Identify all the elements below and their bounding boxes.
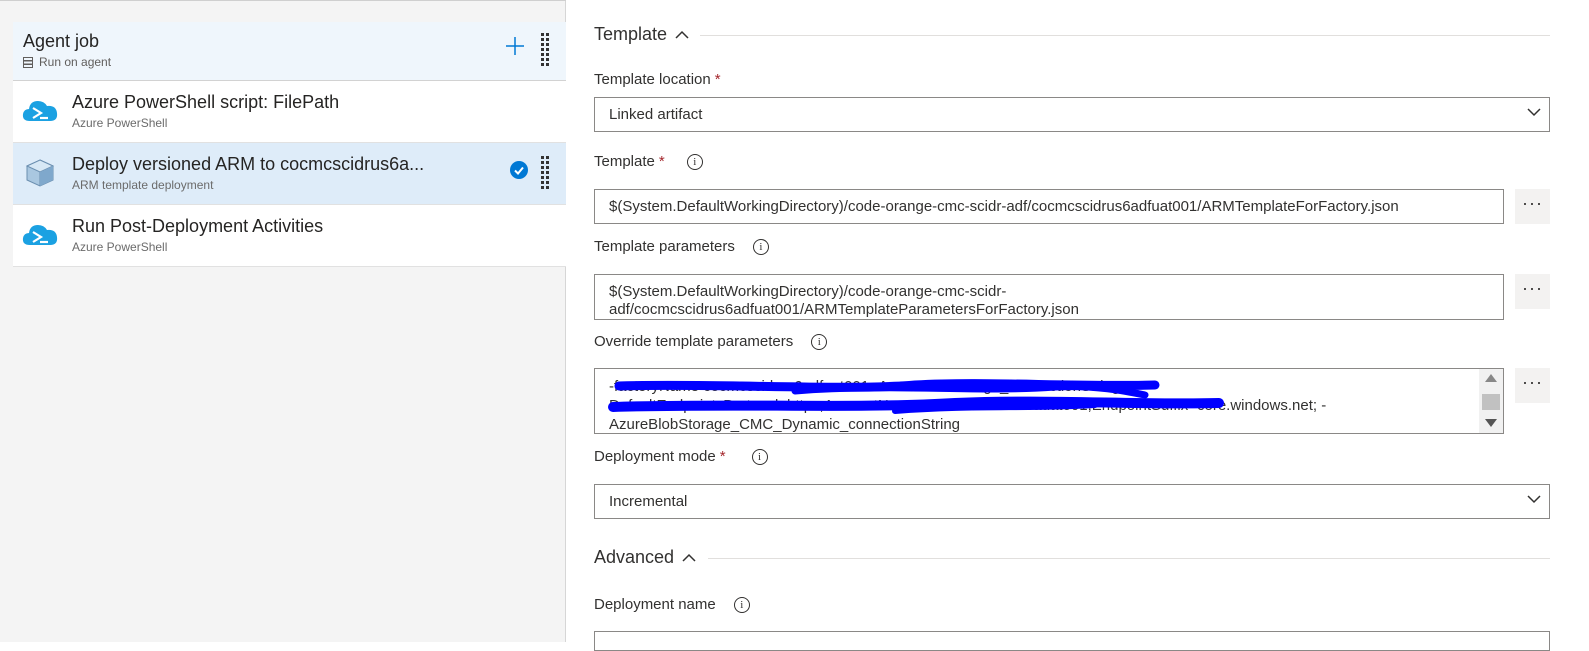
- deployment-mode-label: Deployment mode * i: [594, 448, 768, 465]
- pane-top-border: [0, 0, 566, 3]
- deployment-name-input[interactable]: [594, 631, 1550, 651]
- override-parameters-label-text: Override template parameters: [594, 333, 794, 350]
- scroll-thumb[interactable]: [1482, 394, 1500, 410]
- scroll-up-arrow-icon[interactable]: [1485, 374, 1497, 382]
- info-icon[interactable]: i: [811, 333, 828, 350]
- chevron-up-icon: [682, 553, 696, 562]
- required-marker: *: [719, 448, 726, 465]
- template-label: Template * i: [594, 153, 703, 170]
- selected-check-icon: [510, 161, 528, 179]
- edit-override-button[interactable]: ···: [1515, 368, 1550, 403]
- scroll-down-arrow-icon[interactable]: [1485, 419, 1497, 427]
- task-title: Deploy versioned ARM to cocmcscidrus6a..…: [72, 154, 425, 174]
- task-title: Run Post-Deployment Activities: [72, 216, 324, 236]
- required-marker: *: [714, 71, 721, 88]
- section-divider: [708, 558, 1550, 559]
- task-list: Agent job Run on agent Azure PowerShell …: [13, 22, 566, 267]
- add-task-icon[interactable]: [503, 34, 527, 58]
- drag-handle-icon[interactable]: [541, 33, 549, 67]
- template-label-text: Template: [594, 153, 655, 170]
- template-location-label-text: Template location: [594, 71, 711, 88]
- chevron-down-icon: [1527, 495, 1541, 504]
- deployment-mode-dropdown[interactable]: Incremental: [594, 484, 1550, 519]
- template-parameters-input[interactable]: $(System.DefaultWorkingDirectory)/code-o…: [594, 274, 1504, 320]
- browse-template-button[interactable]: ···: [1515, 189, 1550, 224]
- info-icon[interactable]: i: [751, 448, 768, 465]
- deployment-name-label: Deployment name i: [594, 596, 750, 613]
- agent-job-subtitle: Run on agent: [23, 55, 111, 69]
- info-icon[interactable]: i: [752, 238, 769, 255]
- arm-deployment-icon: [25, 159, 55, 187]
- agent-job-title: Agent job: [23, 31, 100, 51]
- task-subtitle: Azure PowerShell: [72, 116, 168, 130]
- template-parameters-label: Template parameters i: [594, 238, 769, 255]
- template-section-toggle[interactable]: Template: [594, 24, 689, 45]
- template-location-value: Linked artifact: [609, 106, 703, 123]
- task-title: Azure PowerShell script: FilePath: [72, 92, 340, 112]
- section-divider: [700, 35, 1550, 36]
- redaction-scribble: [608, 379, 1224, 414]
- template-parameters-line: $(System.DefaultWorkingDirectory)/code-o…: [609, 283, 1007, 300]
- override-parameters-textarea[interactable]: -factoryName cocmcscidrus6adfuat001 -Azu…: [594, 368, 1504, 434]
- task-subtitle: ARM template deployment: [72, 178, 214, 192]
- azure-powershell-icon: [22, 101, 58, 121]
- template-parameters-label-text: Template parameters: [594, 238, 735, 255]
- task-row-post-deployment[interactable]: Run Post-Deployment Activities Azure Pow…: [13, 205, 566, 267]
- deployment-mode-value: Incremental: [609, 493, 688, 510]
- advanced-section-heading: Advanced: [594, 547, 675, 567]
- pipeline-tasks-pane: Agent job Run on agent Azure PowerShell …: [0, 0, 566, 642]
- azure-powershell-icon: [22, 225, 58, 245]
- required-marker: *: [658, 153, 665, 170]
- template-path-value: $(System.DefaultWorkingDirectory)/code-o…: [609, 198, 1399, 215]
- template-location-dropdown[interactable]: Linked artifact: [594, 97, 1550, 132]
- task-row-deploy-arm[interactable]: Deploy versioned ARM to cocmcscidrus6a..…: [13, 143, 566, 205]
- info-icon[interactable]: i: [686, 153, 703, 170]
- textarea-scrollbar[interactable]: [1479, 369, 1503, 433]
- deployment-mode-label-text: Deployment mode: [594, 448, 716, 465]
- server-icon: [23, 56, 33, 68]
- template-section-heading: Template: [594, 24, 668, 44]
- chevron-up-icon: [675, 30, 689, 39]
- task-row-azure-powershell-filepath[interactable]: Azure PowerShell script: FilePath Azure …: [13, 81, 566, 143]
- info-icon[interactable]: i: [733, 596, 750, 613]
- override-parameters-label: Override template parameters i: [594, 333, 828, 350]
- agent-job-subtitle-text: Run on agent: [39, 55, 112, 69]
- deployment-name-label-text: Deployment name: [594, 596, 716, 613]
- agent-job-row[interactable]: Agent job Run on agent: [13, 22, 566, 81]
- template-path-input[interactable]: $(System.DefaultWorkingDirectory)/code-o…: [594, 189, 1504, 224]
- template-parameters-line: adf/cocmcscidrus6adfuat001/ARMTemplatePa…: [609, 301, 1079, 318]
- advanced-section-toggle[interactable]: Advanced: [594, 547, 696, 568]
- browse-parameters-button[interactable]: ···: [1515, 274, 1550, 309]
- chevron-down-icon: [1527, 108, 1541, 117]
- drag-handle-icon[interactable]: [541, 156, 549, 190]
- task-subtitle: Azure PowerShell: [72, 240, 168, 254]
- template-location-label: Template location *: [594, 71, 721, 88]
